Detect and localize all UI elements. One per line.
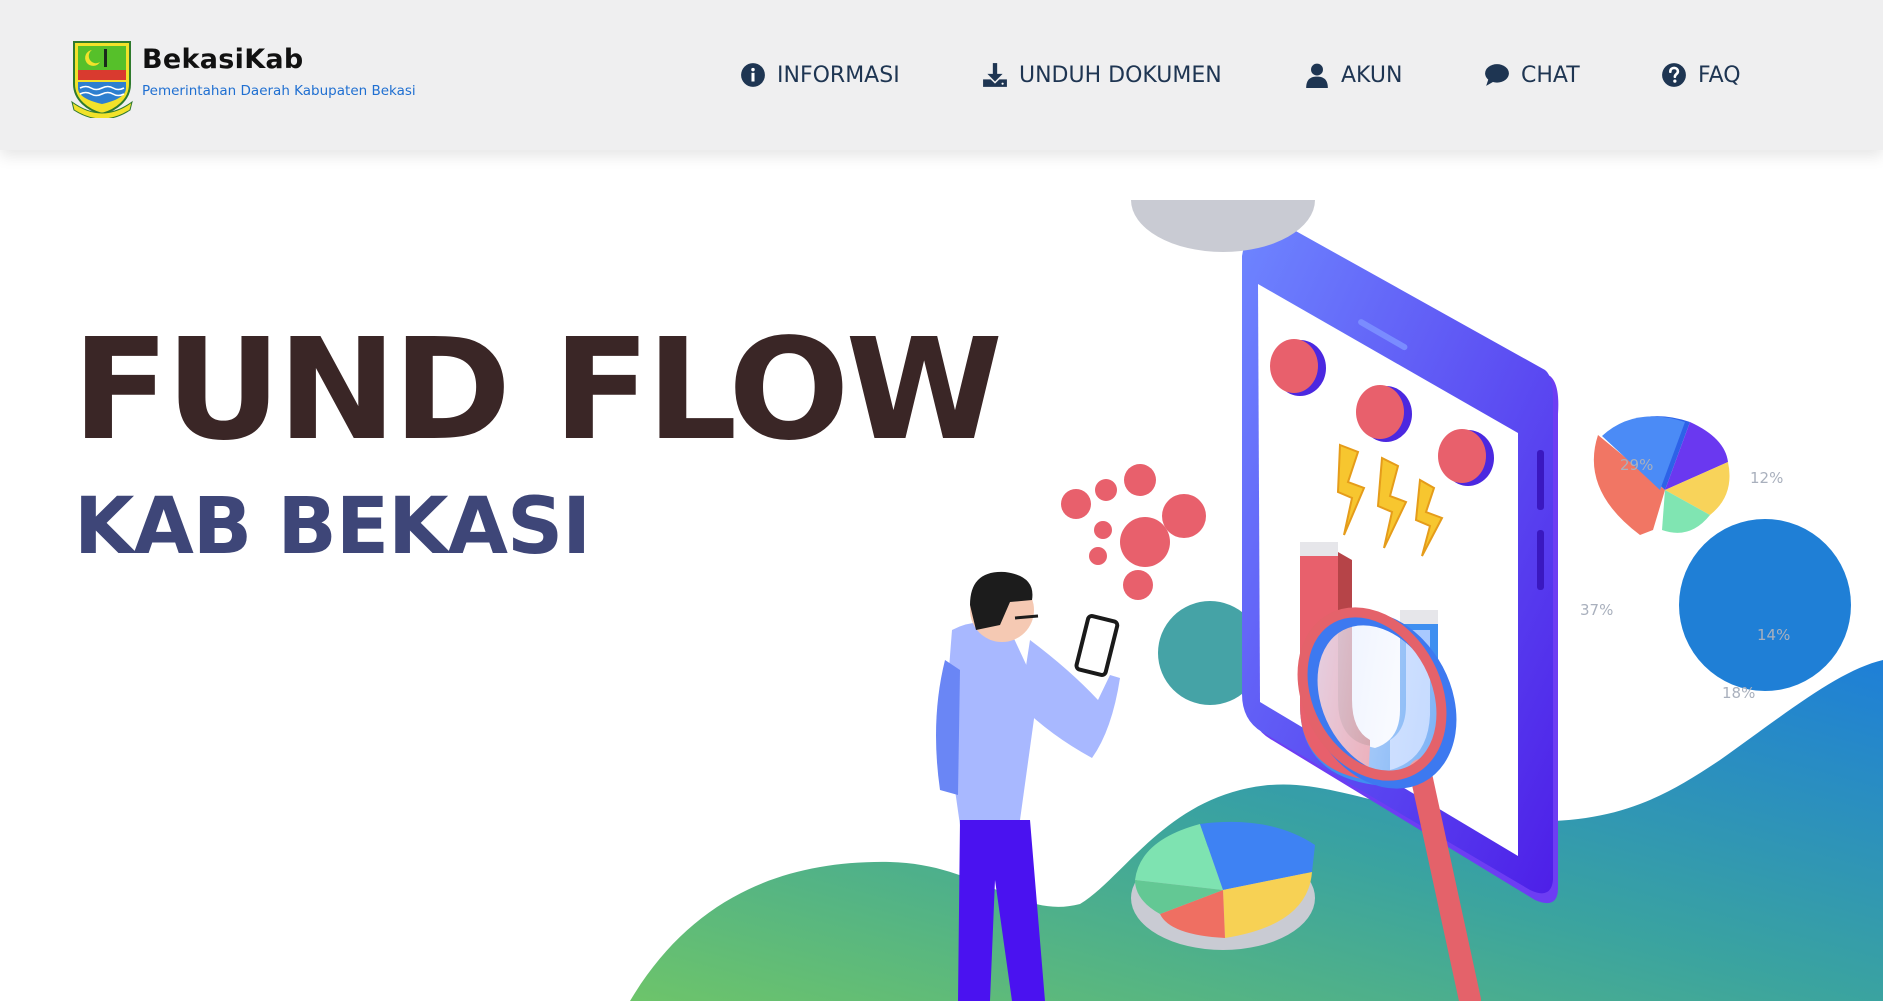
- pie-label-14: 14%: [1757, 626, 1790, 644]
- nav-informasi[interactable]: INFORMASI: [740, 58, 900, 92]
- pie-label-37: 37%: [1580, 601, 1613, 619]
- nav-chat[interactable]: CHAT: [1484, 58, 1580, 92]
- info-circle-icon: [741, 63, 765, 87]
- hero-illustration: 29% 12% 37% 14% 18%: [630, 200, 1883, 1001]
- download-icon: [983, 63, 1007, 87]
- nav-akun-label: AKUN: [1341, 62, 1403, 88]
- top-navbar: BekasiKab Pemerintahan Daerah Kabupaten …: [0, 0, 1883, 150]
- nav-chat-label: CHAT: [1521, 62, 1580, 88]
- hero-subtitle: KAB BEKASI: [74, 482, 591, 572]
- chat-bubble-icon: [1485, 64, 1509, 86]
- nav-informasi-label: INFORMASI: [777, 62, 900, 88]
- main-navigation: INFORMASI UNDUH DOKUMEN AKUN CHAT FAQ: [0, 58, 1883, 92]
- reaction-bubbles-cluster: [1061, 464, 1206, 600]
- nav-unduh-dokumen[interactable]: UNDUH DOKUMEN: [982, 58, 1222, 92]
- blue-circle: [1679, 519, 1851, 691]
- pie-label-18: 18%: [1722, 684, 1755, 702]
- nav-akun[interactable]: AKUN: [1304, 58, 1402, 92]
- pie-label-12: 12%: [1750, 469, 1783, 487]
- nav-unduh-dokumen-label: UNDUH DOKUMEN: [1019, 62, 1222, 88]
- question-circle-icon: [1662, 63, 1686, 87]
- user-icon: [1306, 63, 1328, 88]
- pie-label-29: 29%: [1620, 456, 1653, 474]
- nav-faq[interactable]: FAQ: [1661, 58, 1741, 92]
- nav-faq-label: FAQ: [1698, 62, 1741, 88]
